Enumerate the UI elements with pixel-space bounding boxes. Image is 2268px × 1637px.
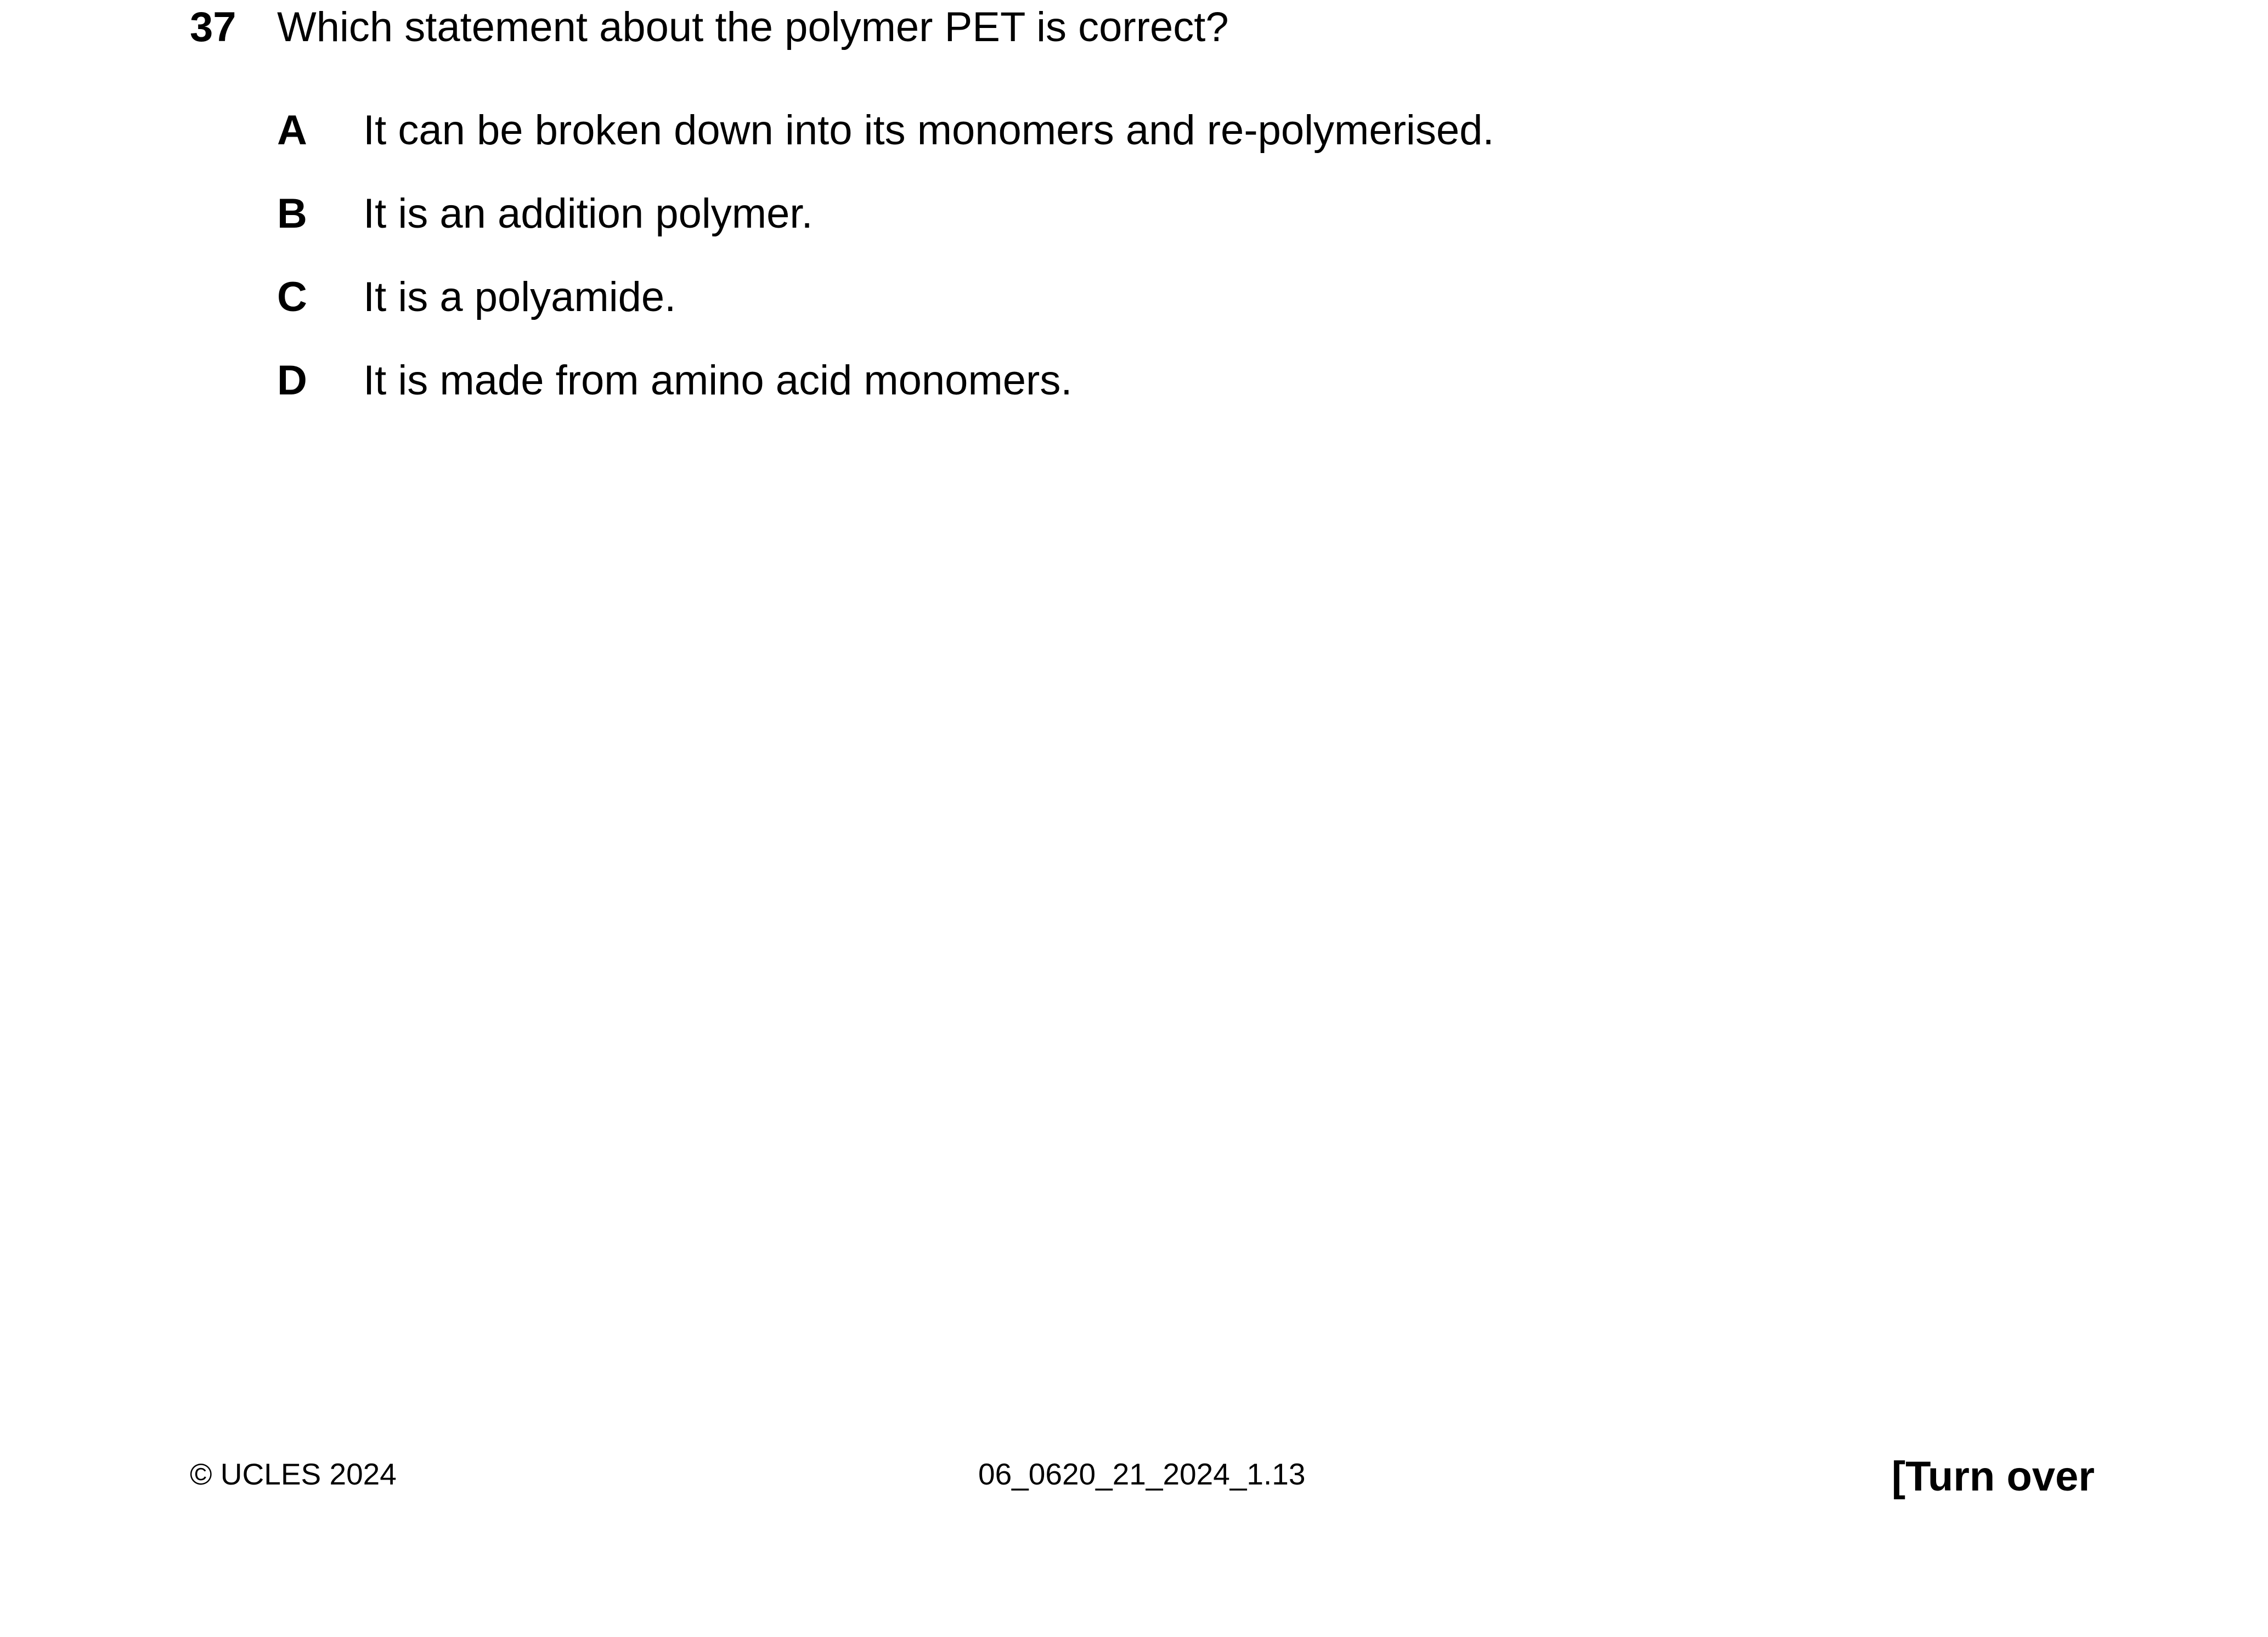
option-text: It can be broken down into its monomers …: [363, 107, 1494, 154]
answer-option-a: A It can be broken down into its monomer…: [277, 110, 2033, 154]
option-letter: A: [277, 107, 307, 154]
turn-over-label: [Turn over: [1891, 1453, 2095, 1500]
question-stem: Which statement about the polymer PET is…: [277, 4, 1229, 50]
question-number: 37: [190, 4, 236, 50]
option-letter: B: [277, 190, 307, 237]
option-text: It is made from amino acid monomers.: [363, 357, 1073, 404]
option-letter: C: [277, 274, 307, 320]
option-text: It is a polyamide.: [363, 274, 676, 320]
answer-option-d: D It is made from amino acid monomers.: [277, 360, 2033, 404]
option-letter: D: [277, 357, 307, 404]
answer-option-c: C It is a polyamide.: [277, 276, 2033, 320]
copyright-notice: © UCLES 2024: [190, 1457, 397, 1491]
option-text: It is an addition polymer.: [363, 190, 813, 237]
document-code: 06_0620_21_2024_1.13: [978, 1457, 1306, 1491]
answer-option-b: B It is an addition polymer.: [277, 193, 2033, 237]
